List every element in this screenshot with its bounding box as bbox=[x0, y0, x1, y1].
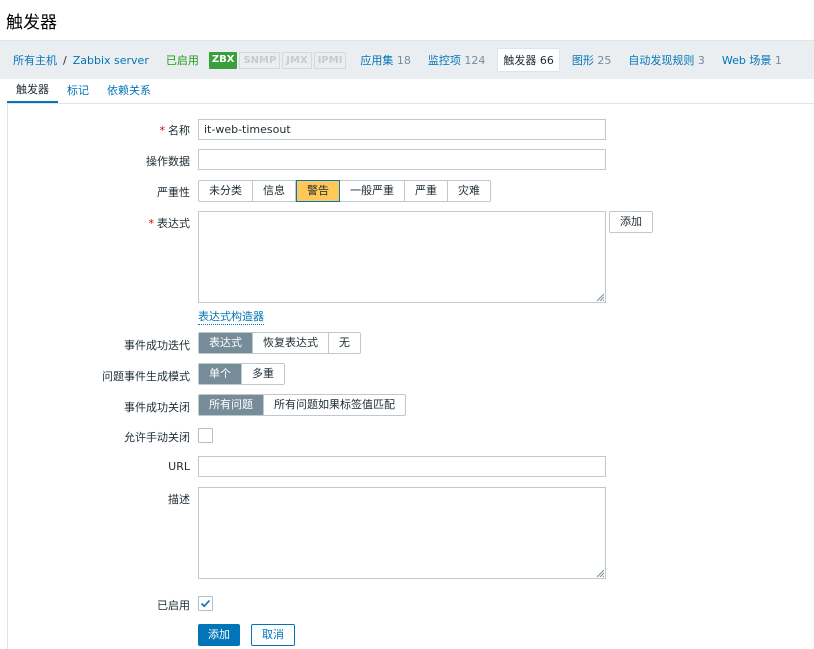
ok-event-gen-none[interactable]: 无 bbox=[329, 333, 360, 353]
availability-zbx: ZBX bbox=[208, 51, 238, 69]
ok-close-selector: 所有问题 所有问题如果标签值匹配 bbox=[198, 394, 406, 416]
availability-jmx: JMX bbox=[282, 51, 312, 69]
severity-selector: 未分类 信息 警告 一般严重 严重 灾难 bbox=[198, 180, 491, 202]
checkmark-icon bbox=[200, 599, 211, 608]
expression-label: * 表达式 bbox=[148, 217, 191, 230]
nav-triggers[interactable]: 触发器 66 bbox=[497, 48, 560, 72]
opdata-input[interactable] bbox=[198, 149, 606, 170]
ok-close-tag-match[interactable]: 所有问题如果标签值匹配 bbox=[264, 395, 405, 415]
required-marker: * bbox=[148, 217, 155, 230]
description-textarea[interactable] bbox=[198, 487, 606, 579]
add-button[interactable]: 添加 bbox=[198, 624, 240, 646]
tab-divider bbox=[7, 103, 814, 104]
tab-dependencies[interactable]: 依赖关系 bbox=[98, 82, 160, 103]
severity-high[interactable]: 严重 bbox=[405, 181, 448, 201]
nav-items[interactable]: 监控项 124 bbox=[428, 52, 486, 68]
opdata-label: 操作数据 bbox=[146, 155, 190, 168]
ok-close-all-problems[interactable]: 所有问题 bbox=[199, 395, 264, 415]
severity-disaster[interactable]: 灾难 bbox=[448, 181, 490, 201]
ok-event-gen-label: 事件成功迭代 bbox=[124, 339, 190, 352]
host-navigation-bar: 所有主机 / Zabbix server 已启用 ZBX SNMP JMX IP… bbox=[0, 40, 814, 79]
ok-close-label: 事件成功关闭 bbox=[124, 401, 190, 414]
problem-mode-single[interactable]: 单个 bbox=[199, 364, 242, 384]
tab-tags[interactable]: 标记 bbox=[58, 82, 98, 103]
expression-add-button[interactable]: 添加 bbox=[609, 211, 653, 233]
tab-trigger[interactable]: 触发器 bbox=[7, 81, 58, 103]
cancel-button[interactable]: 取消 bbox=[251, 624, 295, 646]
availability-indicators: ZBX SNMP JMX IPMI bbox=[208, 51, 347, 69]
nav-applications[interactable]: 应用集 18 bbox=[360, 52, 411, 68]
severity-not-classified[interactable]: 未分类 bbox=[199, 181, 253, 201]
manual-close-checkbox[interactable] bbox=[198, 428, 213, 443]
ok-event-gen-recovery-expression[interactable]: 恢复表达式 bbox=[253, 333, 329, 353]
name-label: * 名称 bbox=[159, 124, 191, 137]
nav-discovery-rules[interactable]: 自动发现规则 3 bbox=[628, 52, 705, 68]
availability-ipmi: IPMI bbox=[313, 51, 347, 69]
breadcrumb-host[interactable]: Zabbix server bbox=[73, 54, 149, 67]
name-input[interactable] bbox=[198, 119, 606, 140]
availability-snmp: SNMP bbox=[239, 51, 281, 69]
required-marker: * bbox=[159, 124, 166, 137]
breadcrumb-separator: / bbox=[63, 53, 67, 67]
problem-mode-multiple[interactable]: 多重 bbox=[242, 364, 284, 384]
url-label: URL bbox=[168, 460, 190, 473]
severity-label: 严重性 bbox=[157, 186, 190, 199]
manual-close-label: 允许手动关闭 bbox=[124, 431, 190, 444]
ok-event-gen-expression[interactable]: 表达式 bbox=[199, 333, 253, 353]
enabled-checkbox[interactable] bbox=[198, 596, 213, 611]
enabled-label: 已启用 bbox=[157, 599, 190, 612]
host-status-badge[interactable]: 已启用 bbox=[166, 52, 199, 68]
nav-web-scenarios[interactable]: Web 场景 1 bbox=[722, 52, 782, 68]
expression-builder-link[interactable]: 表达式构造器 bbox=[198, 308, 264, 325]
description-label: 描述 bbox=[168, 493, 190, 506]
form-left-border bbox=[7, 103, 8, 649]
resize-grip-icon bbox=[596, 293, 604, 301]
url-input[interactable] bbox=[198, 456, 606, 477]
severity-average[interactable]: 一般严重 bbox=[340, 181, 405, 201]
page-title: 触发器 bbox=[6, 13, 57, 33]
problem-mode-selector: 单个 多重 bbox=[198, 363, 285, 385]
ok-event-gen-selector: 表达式 恢复表达式 无 bbox=[198, 332, 361, 354]
expression-textarea[interactable] bbox=[198, 211, 606, 303]
form-tabs: 触发器 标记 依赖关系 bbox=[7, 80, 160, 103]
nav-graphs[interactable]: 图形 25 bbox=[572, 52, 612, 68]
resize-grip-icon bbox=[596, 569, 604, 577]
problem-mode-label: 问题事件生成模式 bbox=[102, 370, 190, 383]
severity-warning[interactable]: 警告 bbox=[296, 180, 340, 202]
severity-information[interactable]: 信息 bbox=[253, 181, 296, 201]
breadcrumb-all-hosts[interactable]: 所有主机 bbox=[13, 52, 57, 68]
